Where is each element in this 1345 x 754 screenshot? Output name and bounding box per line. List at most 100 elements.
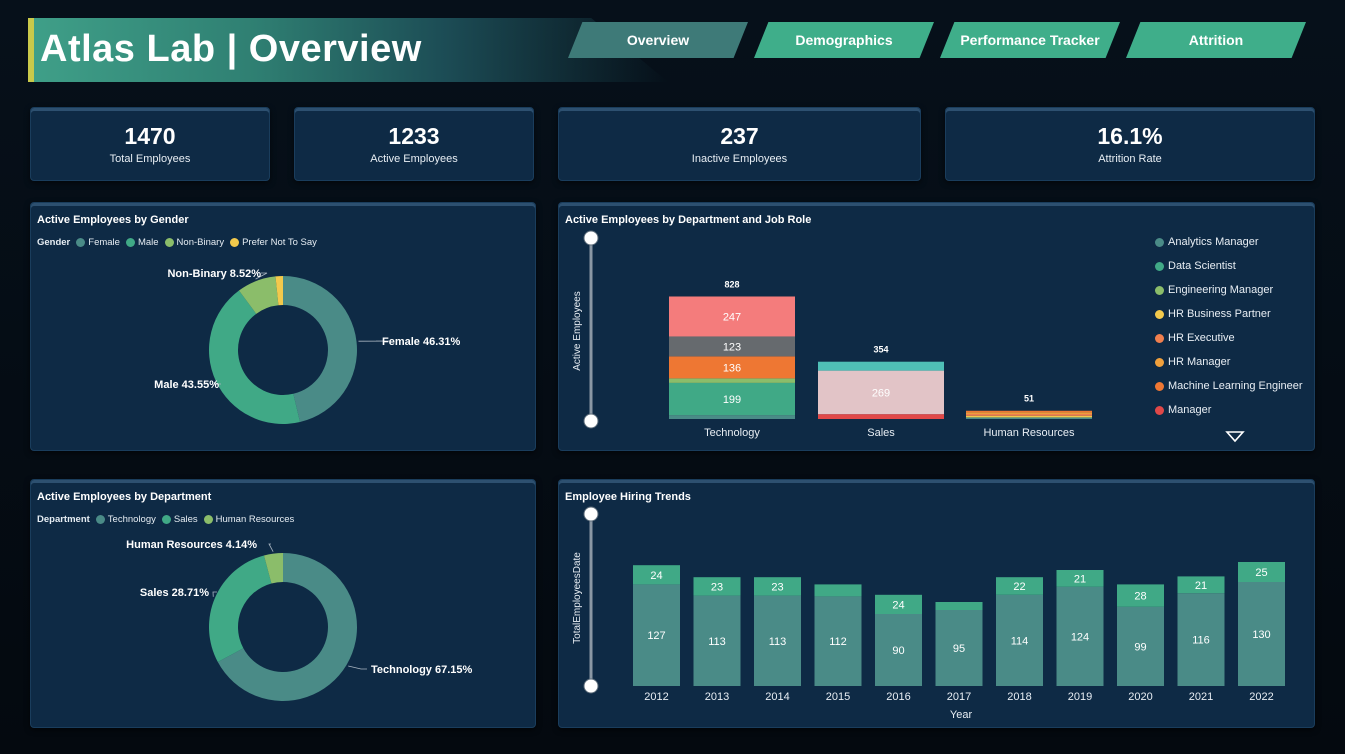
slider-handle-top[interactable]: [583, 230, 599, 246]
bar-segment[interactable]: [966, 410, 1092, 413]
legend-item-hr-manager[interactable]: HR Manager: [1155, 350, 1303, 374]
kpi-value: 16.1%: [1097, 123, 1163, 149]
legend-item-manager[interactable]: Manager: [1155, 398, 1303, 422]
x-tick-label: 2016: [886, 691, 910, 703]
segment-label: 136: [723, 362, 741, 374]
kpi-inactive-employees: 237 Inactive Employees: [558, 107, 921, 181]
bar-total-label: 354: [873, 345, 888, 355]
gender-donut-chart: Female 46.31% Male 43.55% Non-Binary 8.52%: [154, 268, 460, 425]
x-tick-label: Sales: [867, 427, 895, 439]
tab-demographics[interactable]: Demographics: [754, 22, 934, 58]
slider-handle-top[interactable]: [583, 506, 599, 522]
x-tick-label: Human Resources: [983, 427, 1075, 439]
bar-2015[interactable]: [814, 584, 862, 597]
bar-total-label: 51: [1024, 394, 1034, 404]
legend-dot: [1155, 285, 1164, 295]
bar-segment[interactable]: [966, 415, 1092, 418]
data-label: Male 43.55%: [154, 379, 219, 391]
legend-item-data-scientist[interactable]: Data Scientist: [1155, 254, 1303, 278]
legend-dot: [1155, 357, 1164, 367]
role-stacked-bar-chart: Active Employees 199 136 123 247 828 Technolog…: [572, 230, 1092, 439]
tab-performance-tracker[interactable]: Performance Tracker: [940, 22, 1120, 58]
legend-dot: [1155, 405, 1164, 415]
legend-item-ml-engineer[interactable]: Machine Learning Engineer: [1155, 374, 1303, 398]
y-axis-label: TotalEmployeesDate: [572, 552, 583, 644]
data-label: Female 46.31%: [382, 336, 460, 348]
y-axis-label: Active Employees: [572, 291, 583, 370]
bar-value-label: 127: [647, 630, 665, 642]
legend-label: HR Manager: [1168, 356, 1231, 368]
bar-value-label: 114: [1011, 635, 1029, 647]
legend-item-analytics-manager[interactable]: Analytics Manager: [1155, 230, 1303, 254]
x-tick-label: 2022: [1249, 691, 1273, 703]
bar-2017[interactable]: [935, 602, 983, 610]
dashboard: Atlas Lab | Overview Overview Demographi…: [0, 0, 1345, 754]
segment-label: 199: [723, 394, 741, 406]
gender-panel: Active Employees by Gender Gender Female…: [30, 202, 536, 451]
slider-handle-bottom[interactable]: [583, 678, 599, 694]
kpi-value: 237: [720, 123, 759, 149]
role-panel: Active Employees by Department and Job R…: [558, 202, 1315, 451]
legend-label: Engineering Manager: [1168, 284, 1274, 296]
page-title: Atlas Lab | Overview: [40, 28, 422, 70]
bar-value-label: 99: [1134, 641, 1146, 653]
kpi-value: 1233: [388, 123, 440, 149]
tab-attrition[interactable]: Attrition: [1126, 22, 1306, 58]
x-tick-label: 2012: [644, 691, 668, 703]
bar-value-label: 21: [1074, 573, 1086, 585]
legend-label: HR Executive: [1168, 332, 1235, 344]
bar-value-label: 22: [1013, 581, 1025, 593]
bar-value-label: 116: [1192, 635, 1210, 647]
bar-segment[interactable]: [966, 417, 1092, 419]
tab-overview[interactable]: Overview: [568, 22, 748, 58]
segment-label: 123: [723, 341, 741, 353]
hiring-trend-chart: TotalEmployeesDate 127 24 2012 113 23 2013 113 2…: [572, 506, 1285, 721]
bar-value-label: 24: [650, 570, 662, 582]
kpi-label: Active Employees: [370, 153, 458, 165]
data-label: Sales 28.71%: [140, 587, 209, 599]
bar-total-label: 828: [724, 279, 739, 289]
kpi-attrition-rate: 16.1% Attrition Rate: [945, 107, 1315, 181]
legend-item-hr-business-partner[interactable]: HR Business Partner: [1155, 302, 1303, 326]
legend-label: Analytics Manager: [1168, 236, 1259, 248]
bar-segment[interactable]: [818, 414, 944, 419]
kpi-total-employees: 1470 Total Employees: [30, 107, 270, 181]
legend-scroll-down-icon[interactable]: [1225, 430, 1245, 444]
slider-handle-bottom[interactable]: [583, 413, 599, 429]
bar-value-label: 113: [708, 636, 726, 648]
bar-segment[interactable]: [818, 361, 944, 371]
bar-segment[interactable]: [669, 415, 795, 419]
bar-value-label: 90: [892, 645, 904, 657]
bar-segment[interactable]: [966, 413, 1092, 416]
x-tick-label: 2017: [947, 691, 971, 703]
bar-value-label: 23: [771, 581, 783, 593]
bar-value-label: 113: [769, 636, 787, 648]
legend-dot: [1155, 237, 1164, 247]
x-tick-label: Technology: [704, 427, 760, 439]
x-axis-label: Year: [950, 709, 973, 721]
role-legend: Analytics Manager Data Scientist Enginee…: [1155, 230, 1303, 422]
bar-segment[interactable]: [966, 412, 1092, 414]
x-tick-label: 2013: [705, 691, 729, 703]
dept-donut-chart: Technology 67.15% Sales 28.71% Human Resou…: [126, 539, 472, 701]
x-tick-label: 2015: [826, 691, 850, 703]
segment-label: 269: [872, 387, 890, 399]
bar-segment[interactable]: [669, 378, 795, 383]
legend-label: Data Scientist: [1168, 260, 1236, 272]
x-tick-label: 2020: [1128, 691, 1152, 703]
dept-panel: Active Employees by Department Departmen…: [30, 479, 536, 728]
kpi-value: 1470: [124, 123, 176, 149]
data-label: Technology 67.15%: [371, 664, 472, 676]
kpi-label: Attrition Rate: [1098, 153, 1162, 165]
kpi-active-employees: 1233 Active Employees: [294, 107, 534, 181]
legend-item-hr-executive[interactable]: HR Executive: [1155, 326, 1303, 350]
legend-dot: [1155, 309, 1164, 319]
x-tick-label: 2018: [1007, 691, 1031, 703]
kpi-label: Inactive Employees: [691, 153, 788, 165]
x-tick-label: 2014: [765, 691, 789, 703]
legend-item-engineering-manager[interactable]: Engineering Manager: [1155, 278, 1303, 302]
kpi-label: Total Employees: [109, 153, 191, 165]
leader-line: [268, 543, 274, 552]
slice-sales[interactable]: [209, 555, 272, 663]
bar-value-label: 28: [1134, 591, 1146, 603]
